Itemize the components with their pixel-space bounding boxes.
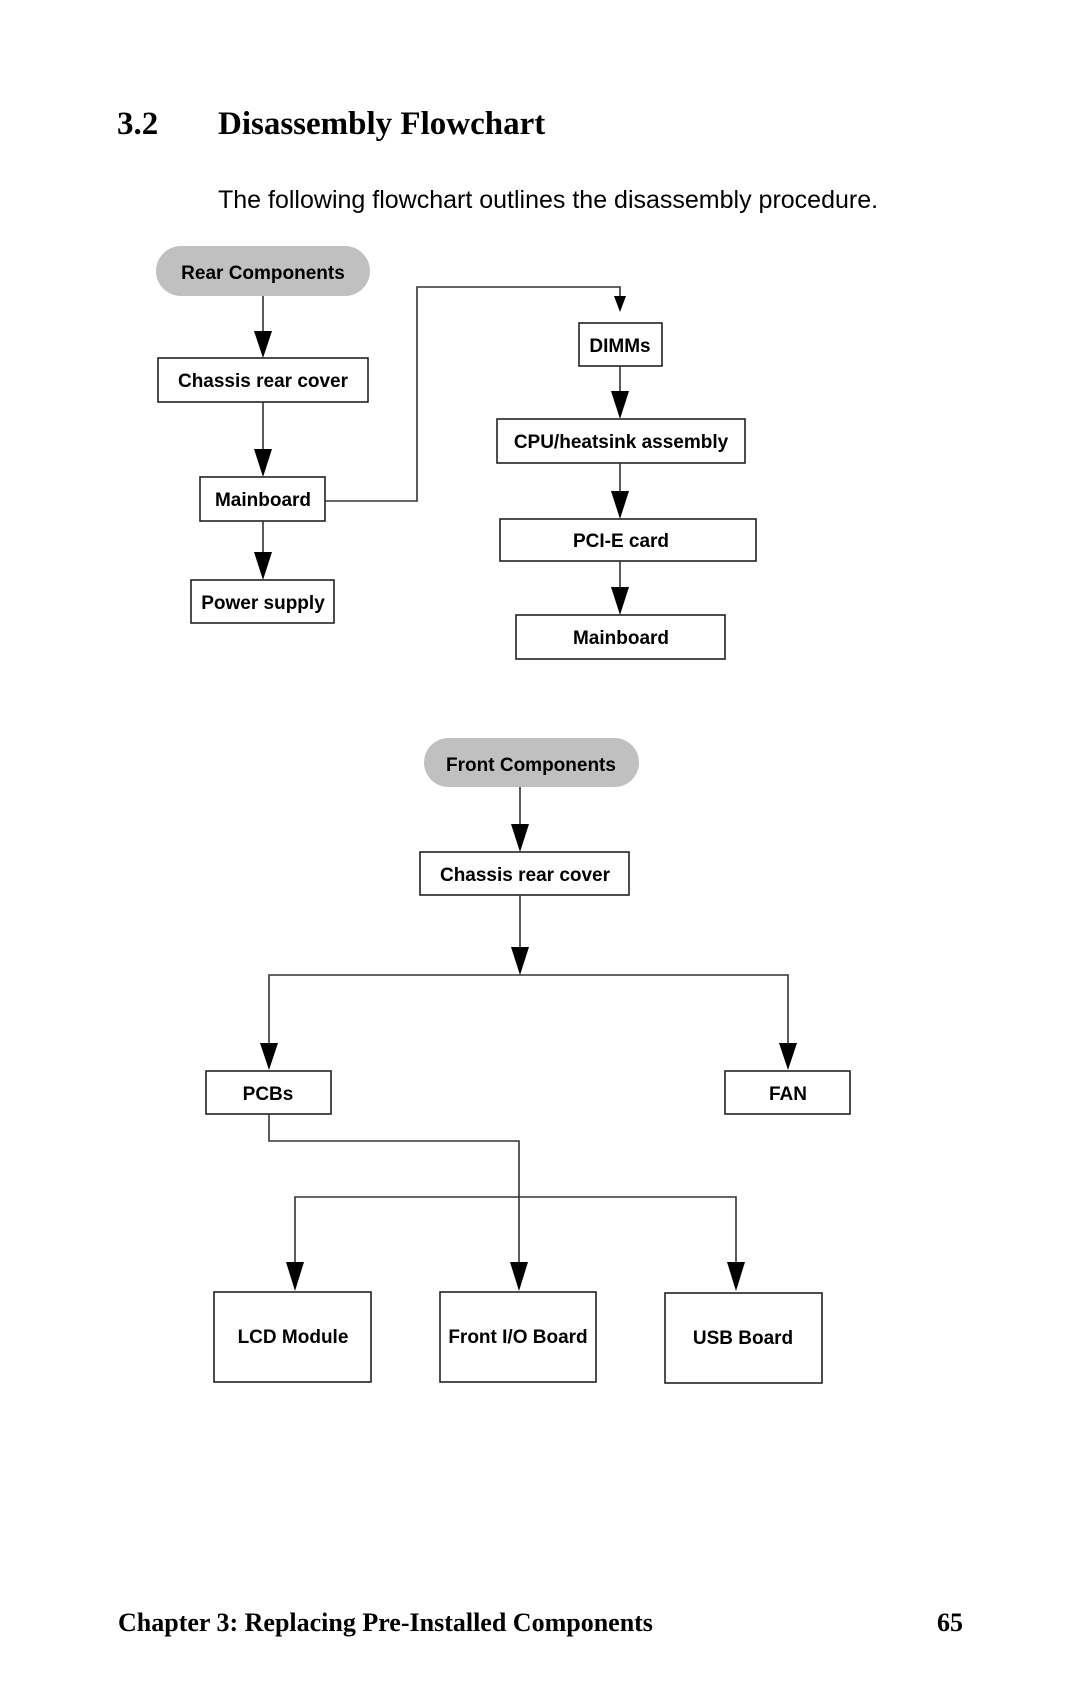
arrow-head: [614, 296, 626, 312]
page-number: 65: [937, 1608, 963, 1637]
arrow-head: [510, 1262, 528, 1291]
node-label: PCI-E card: [573, 531, 669, 552]
front-pcbs-node: PCBs: [205, 1070, 332, 1115]
node-label: FAN: [769, 1084, 807, 1105]
arrow-head: [254, 449, 272, 477]
arrow-head: [611, 587, 629, 615]
node-label: CPU/heatsink assembly: [514, 432, 729, 453]
rear-pcie-node: PCI-E card: [499, 518, 757, 562]
front-start-label: Front Components: [446, 755, 616, 776]
front-flow: Front Components Chassis rear cover PCBs…: [205, 738, 851, 1384]
node-label: Chassis rear cover: [440, 865, 611, 886]
footer-chapter-title: Chapter 3: Replacing Pre-Installed Compo…: [118, 1608, 653, 1637]
rear-flow: Rear Components Chassis rear cover Mainb…: [156, 246, 757, 660]
rear-dimms-node: DIMMs: [578, 322, 663, 367]
rear-cpu-node: CPU/heatsink assembly: [496, 418, 746, 464]
node-label: Mainboard: [215, 490, 311, 511]
node-label: Mainboard: [573, 628, 669, 649]
connector: [268, 974, 789, 1044]
arrow-head: [727, 1262, 745, 1291]
connector: [294, 1196, 737, 1264]
front-fan-node: FAN: [724, 1070, 851, 1115]
arrow-head: [611, 391, 629, 419]
front-usb-node: USB Board: [664, 1292, 823, 1384]
rear-mainboard-node: Mainboard: [199, 476, 326, 522]
arrow-head: [260, 1043, 278, 1070]
rear-power-node: Power supply: [190, 579, 335, 624]
rear-start-label: Rear Components: [181, 263, 345, 284]
arrow-head: [286, 1262, 304, 1291]
node-label: USB Board: [693, 1328, 793, 1349]
rear-chassis-node: Chassis rear cover: [157, 357, 369, 403]
rear-start-node: Rear Components: [156, 246, 370, 296]
front-start-node: Front Components: [424, 738, 639, 787]
node-label: Chassis rear cover: [178, 371, 349, 392]
arrow-head: [779, 1043, 797, 1070]
node-label: Power supply: [201, 593, 325, 614]
node-label: DIMMs: [589, 336, 650, 357]
front-frontio-node: Front I/O Board: [439, 1291, 597, 1383]
front-lcd-node: LCD Module: [213, 1291, 372, 1383]
arrow-head: [254, 331, 272, 358]
arrow-head: [511, 824, 529, 852]
arrow-head: [611, 491, 629, 519]
node-label: PCBs: [243, 1084, 294, 1105]
connector: [268, 1114, 520, 1264]
connector: [325, 286, 621, 502]
node-label: LCD Module: [238, 1327, 349, 1348]
front-chassis-node: Chassis rear cover: [419, 851, 630, 896]
arrow-head: [511, 947, 529, 975]
disassembly-flowchart: Rear Components Chassis rear cover Mainb…: [156, 246, 851, 1384]
node-label: Front I/O Board: [448, 1327, 587, 1348]
arrow-head: [254, 552, 272, 580]
rear-mainboard2-node: Mainboard: [515, 614, 726, 660]
